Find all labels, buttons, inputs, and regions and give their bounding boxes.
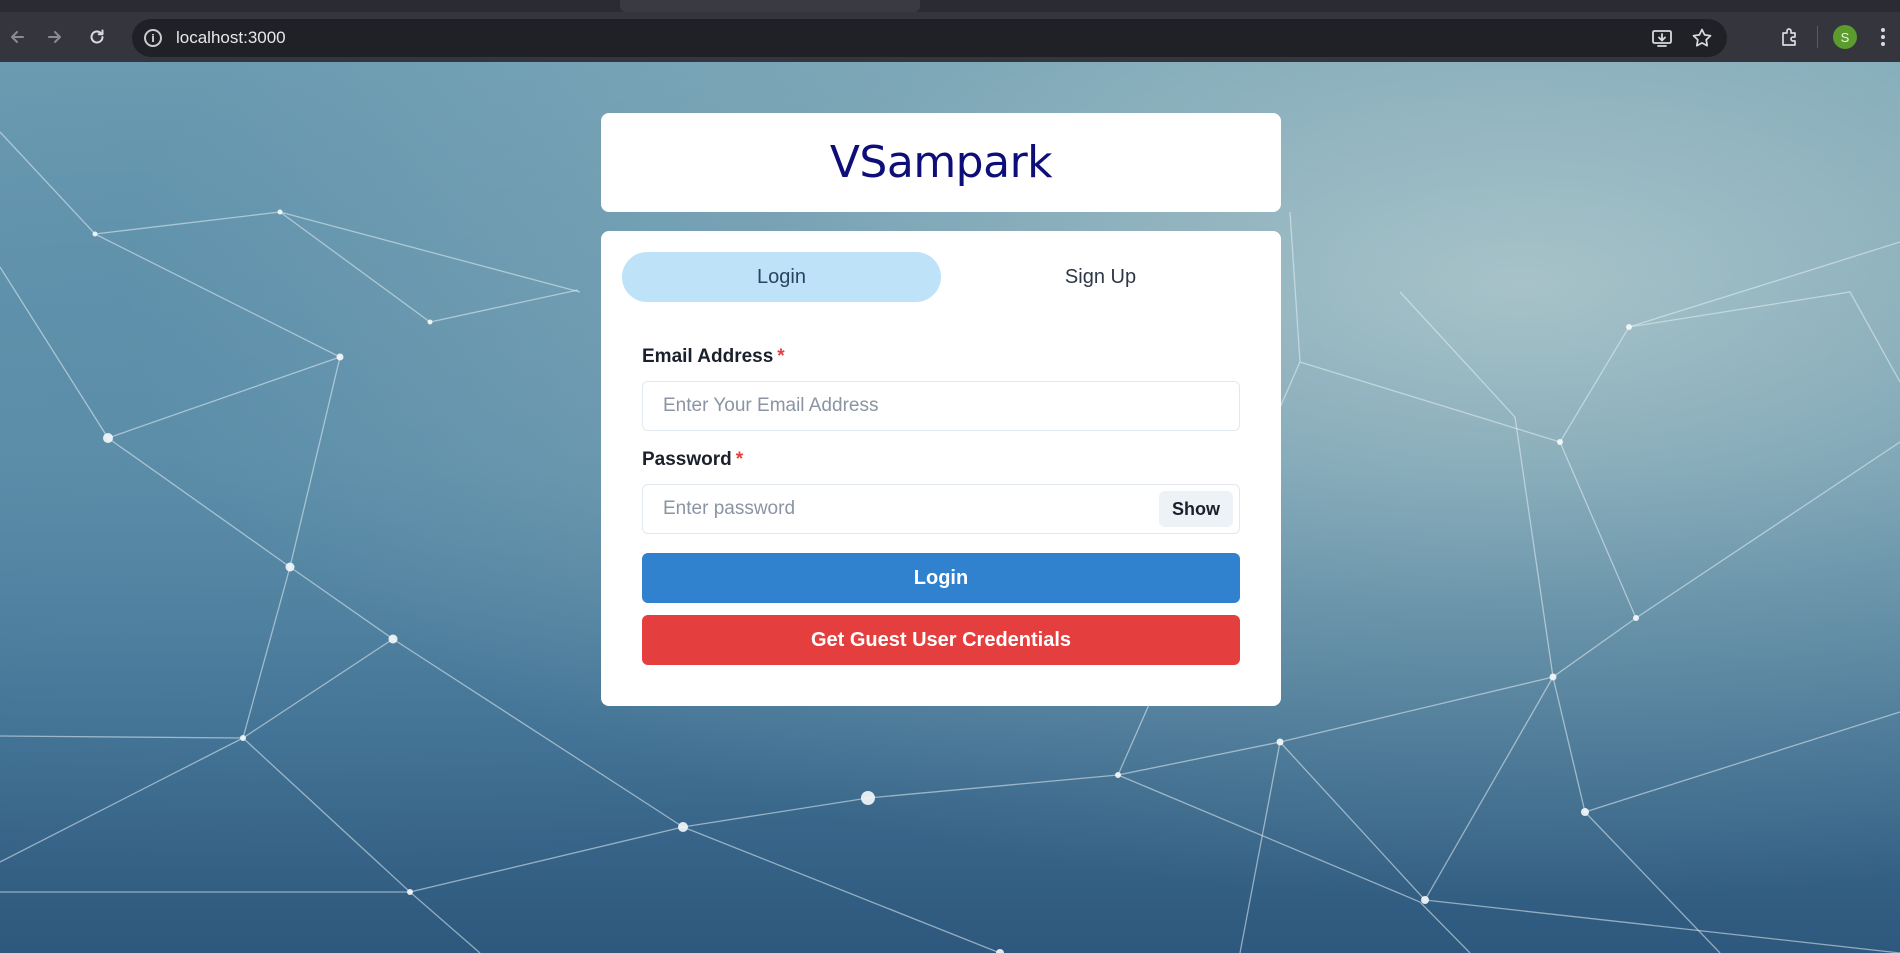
password-label: Password * [642,449,743,471]
reload-icon[interactable] [80,20,114,54]
browser-toolbar: i localhost:3000 S [0,12,1900,62]
toolbar-divider [1817,26,1818,48]
site-info-icon[interactable]: i [144,29,162,47]
app-title: VSampark [829,137,1053,188]
more-menu-icon[interactable] [1866,12,1900,62]
email-field[interactable] [643,382,1239,430]
tab-login[interactable]: Login [622,252,941,302]
required-marker: * [735,449,744,470]
page-background: VSampark Login Sign Up Email Address* Pa… [0,62,1900,953]
address-url[interactable]: localhost:3000 [176,28,286,48]
auth-card: Login Sign Up Email Address* Password* S… [601,231,1281,706]
avatar: S [1833,25,1857,49]
login-button[interactable]: Login [642,553,1240,603]
guest-credentials-button[interactable]: Get Guest User Credentials [642,615,1240,665]
password-field-wrapper: Show [642,484,1240,534]
auth-tabs: Login Sign Up [622,252,1260,302]
password-field[interactable] [643,485,1239,533]
back-icon[interactable] [0,20,34,54]
profile-button[interactable]: S [1824,12,1866,62]
show-password-button[interactable]: Show [1159,491,1233,527]
forward-icon[interactable] [38,20,72,54]
email-field-wrapper [642,381,1240,431]
email-label-text: Email Address [642,346,774,367]
browser-tab[interactable] [620,0,920,12]
required-marker: * [777,346,785,367]
password-label-text: Password [642,449,732,470]
install-app-icon[interactable] [1651,27,1673,49]
tab-sign-up[interactable]: Sign Up [941,252,1260,302]
address-bar[interactable]: i localhost:3000 [132,19,1727,57]
tab-strip [0,0,1900,12]
brand-card: VSampark [601,113,1281,212]
extensions-icon[interactable] [1769,12,1811,62]
email-label: Email Address * [642,346,785,368]
bookmark-star-icon[interactable] [1691,27,1713,49]
